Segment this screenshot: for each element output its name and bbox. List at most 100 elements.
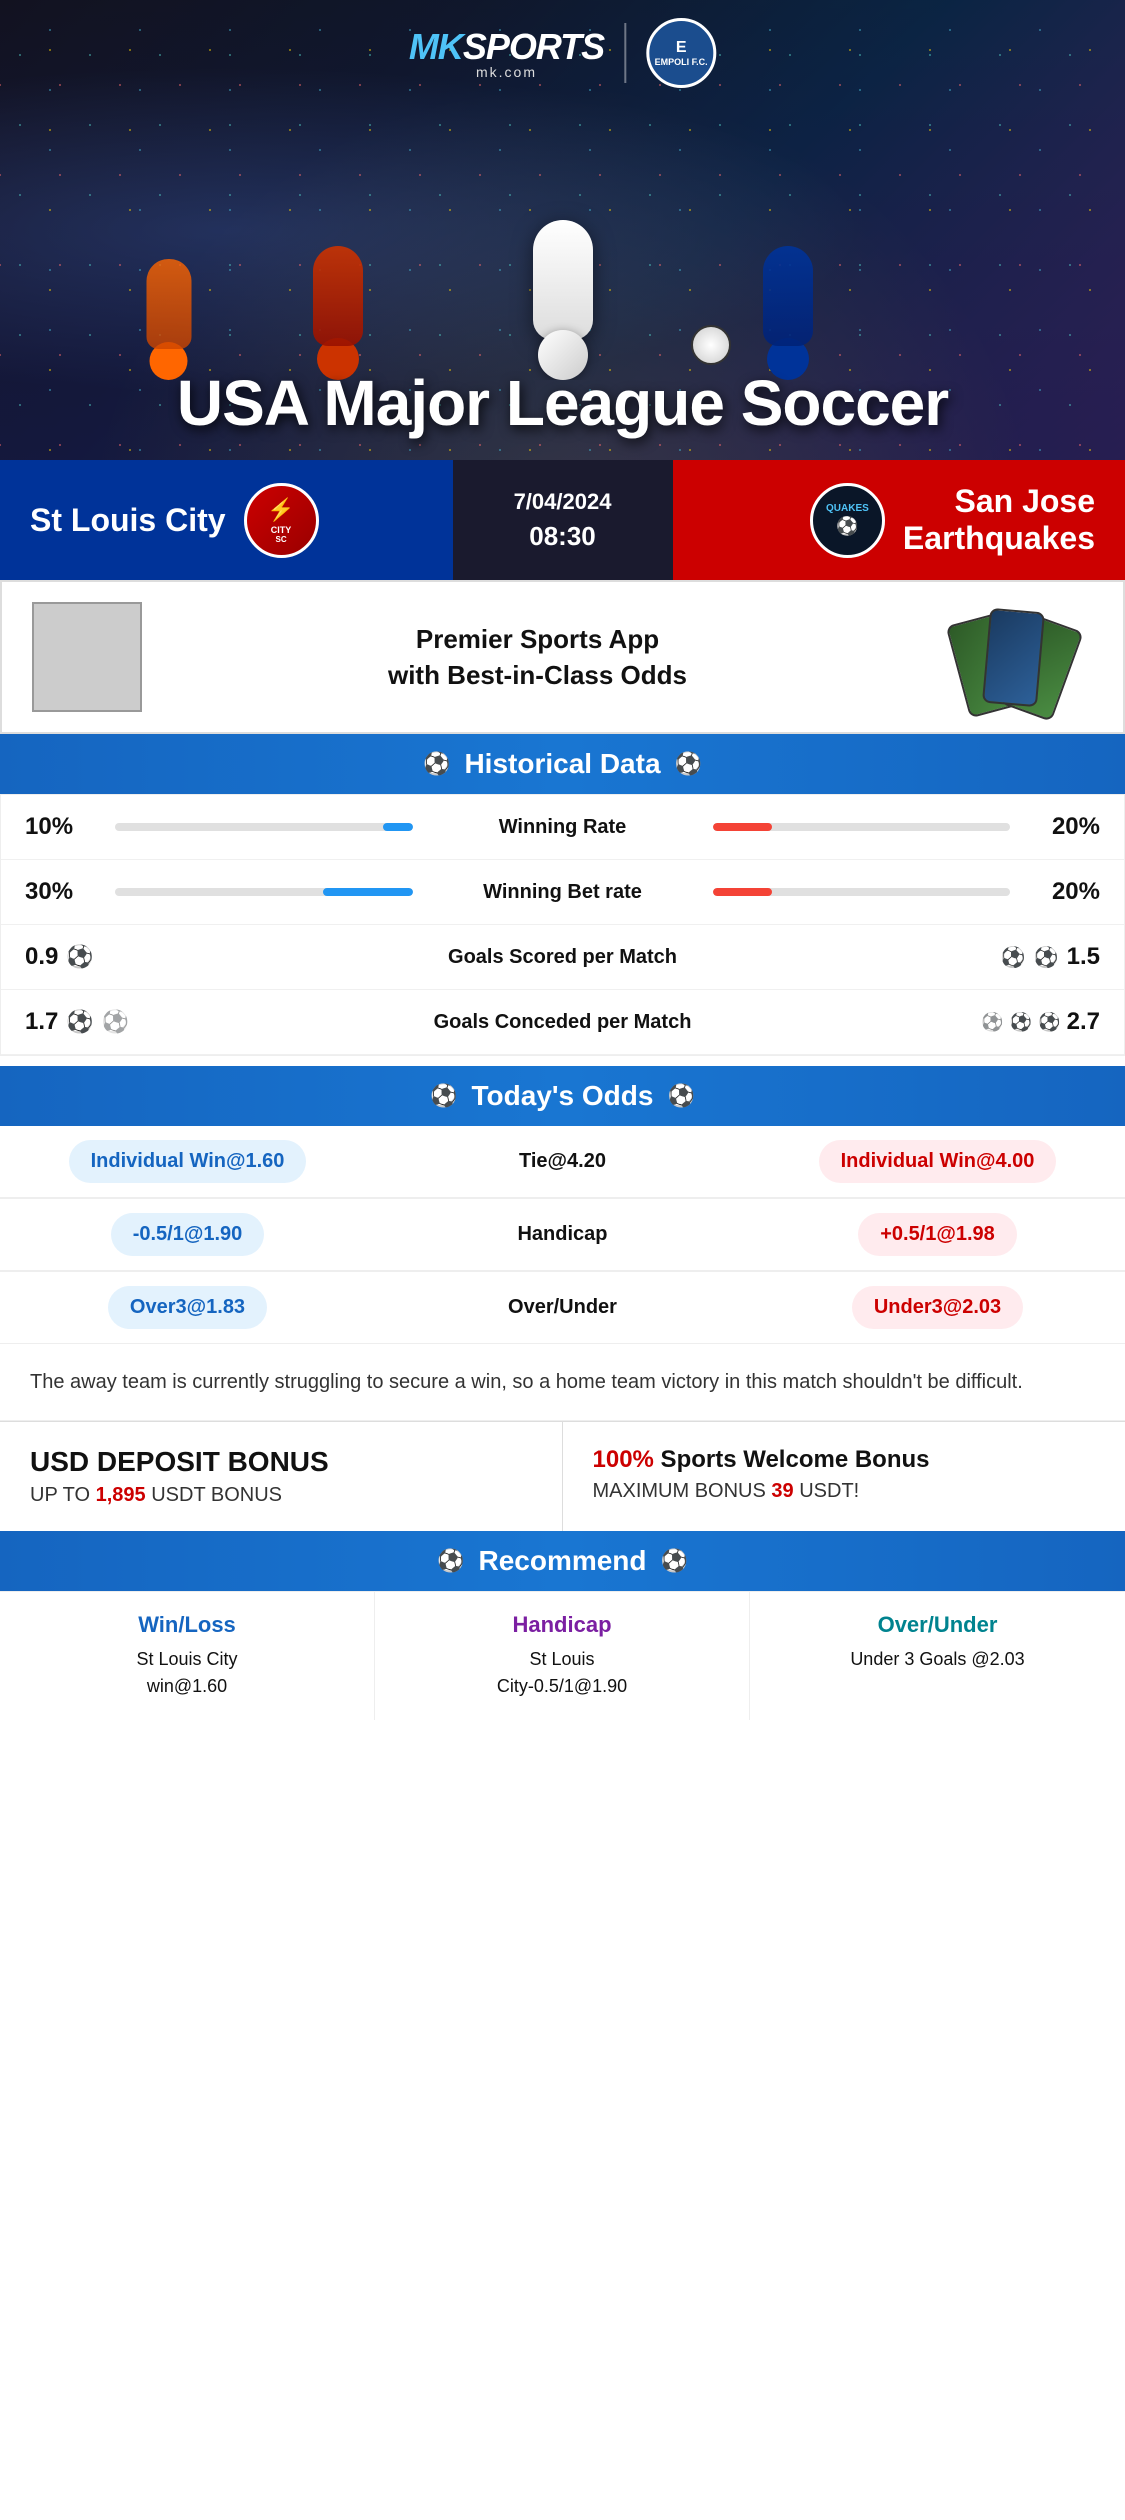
- recommend-title: Recommend: [478, 1545, 646, 1577]
- welcome-bonus-sub: MAXIMUM BONUS 39 USDT!: [593, 1480, 1096, 1503]
- away-goals-scored-icon2: ⚽: [1034, 945, 1059, 970]
- winning-rate-row: 10% Winning Rate 20%: [1, 795, 1124, 860]
- away-goals-conceded-icon1: ⚽: [981, 1012, 1003, 1033]
- home-team-badge: ⚡ CITY SC: [244, 483, 319, 558]
- winloss-type: Win/Loss: [16, 1612, 358, 1638]
- home-goals-scored-icon: ⚽: [66, 944, 93, 970]
- hero-section: MKSPORTS mk.com E EMPOLI F.C.: [0, 0, 1125, 460]
- away-handicap-odds[interactable]: +0.5/1@1.98: [750, 1199, 1125, 1271]
- match-info-bar: St Louis City ⚡ CITY SC 7/04/2024 08:30 …: [0, 460, 1125, 580]
- away-bet-bar-fill: [713, 888, 773, 896]
- analysis-text: The away team is currently struggling to…: [0, 1344, 1125, 1421]
- away-winning-rate-bar: [713, 823, 1011, 831]
- goals-conceded-row: 1.7 ⚽ ⚽ Goals Conceded per Match ⚽ ⚽ ⚽ 2…: [1, 990, 1124, 1055]
- soccer-ball-icon-right: ⚽: [675, 751, 702, 777]
- brand-logo-area: MKSPORTS mk.com E EMPOLI F.C.: [409, 18, 716, 88]
- home-goals-conceded-icon2: ⚽: [102, 1009, 129, 1035]
- hero-title: USA Major League Soccer: [0, 366, 1125, 440]
- winning-bet-rate-label: Winning Bet rate: [423, 881, 703, 904]
- promo-text: Premier Sports Appwith Best-in-Class Odd…: [162, 621, 913, 694]
- deposit-bonus-title: USD DEPOSIT BONUS: [30, 1446, 532, 1478]
- winning-rate-label: Winning Rate: [423, 816, 703, 839]
- bonus-section: USD DEPOSIT BONUS UP TO 1,895 USDT BONUS…: [0, 1421, 1125, 1531]
- deposit-bonus-sub: UP TO 1,895 USDT BONUS: [30, 1484, 532, 1507]
- home-team-name: St Louis City: [30, 502, 226, 539]
- away-team-name: San Jose Earthquakes: [903, 483, 1095, 557]
- away-goals-conceded-icon2: ⚽: [1010, 1012, 1032, 1033]
- winloss-detail: St Louis City win@1.60: [16, 1646, 358, 1700]
- odds-section: Individual Win@1.60 Tie@4.20 Individual …: [0, 1126, 1125, 1344]
- home-goals-conceded-icon1: ⚽: [66, 1009, 93, 1035]
- away-goals-conceded-icon3: ⚽: [1038, 1012, 1060, 1033]
- home-winning-rate: 10%: [25, 813, 105, 841]
- away-winning-rate: 20%: [1020, 813, 1100, 841]
- handicap-type: Handicap: [391, 1612, 733, 1638]
- recommend-soccer-icon-left: ⚽: [437, 1548, 464, 1574]
- home-win-odds-value: Individual Win@1.60: [69, 1140, 307, 1183]
- home-goals-scored: 0.9 ⚽: [25, 943, 105, 971]
- under-odds[interactable]: Under3@2.03: [750, 1272, 1125, 1344]
- overunder-detail: Under 3 Goals @2.03: [766, 1646, 1109, 1673]
- welcome-bonus[interactable]: 100% Sports Welcome Bonus MAXIMUM BONUS …: [563, 1422, 1125, 1531]
- promo-banner[interactable]: Premier Sports Appwith Best-in-Class Odd…: [0, 580, 1125, 734]
- recommend-grid: Win/Loss St Louis City win@1.60 Handicap…: [0, 1591, 1125, 1720]
- welcome-bonus-title: 100% Sports Welcome Bonus: [593, 1446, 1096, 1474]
- match-time: 08:30: [529, 521, 596, 552]
- recommend-handicap[interactable]: Handicap St Louis City-0.5/1@1.90: [375, 1592, 750, 1720]
- overunder-type: Over/Under: [766, 1612, 1109, 1638]
- over-odds-value: Over3@1.83: [108, 1286, 267, 1329]
- tie-odds: Tie@4.20: [375, 1126, 750, 1198]
- home-handicap-value: -0.5/1@1.90: [111, 1213, 265, 1256]
- home-goals-conceded: 1.7 ⚽ ⚽: [25, 1008, 105, 1036]
- handicap-detail: St Louis City-0.5/1@1.90: [391, 1646, 733, 1700]
- away-goals-conceded: ⚽ ⚽ ⚽ 2.7: [1020, 1008, 1100, 1036]
- logo-divider: [624, 23, 626, 83]
- partner-badge: E EMPOLI F.C.: [646, 18, 716, 88]
- home-winning-bet-bar: [115, 888, 413, 896]
- handicap-label: Handicap: [375, 1199, 750, 1271]
- goals-scored-row: 0.9 ⚽ Goals Scored per Match ⚽ ⚽ 1.5: [1, 925, 1124, 990]
- away-team-badge: QUAKES ⚽: [810, 483, 885, 558]
- historical-data-title: Historical Data: [464, 748, 660, 780]
- home-winning-bet-rate: 30%: [25, 878, 105, 906]
- soccer-ball-icon-left: ⚽: [423, 751, 450, 777]
- away-goals-scored: ⚽ ⚽ 1.5: [1020, 943, 1100, 971]
- deposit-bonus[interactable]: USD DEPOSIT BONUS UP TO 1,895 USDT BONUS: [0, 1422, 563, 1531]
- odds-title: Today's Odds: [472, 1080, 654, 1112]
- under-odds-value: Under3@2.03: [852, 1286, 1023, 1329]
- odds-soccer-icon-left: ⚽: [430, 1083, 457, 1109]
- mk-logo: MKSPORTS mk.com: [409, 26, 604, 80]
- home-winning-rate-bar: [115, 823, 413, 831]
- recommend-overunder[interactable]: Over/Under Under 3 Goals @2.03: [750, 1592, 1125, 1720]
- away-goals-scored-icon1: ⚽: [1001, 945, 1026, 970]
- goals-conceded-label: Goals Conceded per Match: [423, 1011, 703, 1034]
- winning-bet-rate-row: 30% Winning Bet rate 20%: [1, 860, 1124, 925]
- over-odds[interactable]: Over3@1.83: [0, 1272, 375, 1344]
- recommend-header: ⚽ Recommend ⚽: [0, 1531, 1125, 1591]
- match-datetime: 7/04/2024 08:30: [453, 460, 673, 580]
- home-bet-bar-fill: [323, 888, 412, 896]
- match-date: 7/04/2024: [514, 489, 612, 515]
- players-illustration: [0, 80, 1125, 380]
- away-win-odds[interactable]: Individual Win@4.00: [750, 1126, 1125, 1198]
- away-bar-fill: [713, 823, 773, 831]
- odds-section-wrapper: ⚽ Today's Odds ⚽ Individual Win@1.60 Tie…: [0, 1066, 1125, 1344]
- away-winning-bet-bar: [713, 888, 1011, 896]
- away-win-odds-value: Individual Win@4.00: [819, 1140, 1057, 1183]
- odds-row-3: Over3@1.83 Over/Under Under3@2.03: [0, 1272, 1125, 1344]
- home-bar-fill: [383, 823, 413, 831]
- home-win-odds[interactable]: Individual Win@1.60: [0, 1126, 375, 1198]
- odds-row-2: -0.5/1@1.90 Handicap +0.5/1@1.98: [0, 1199, 1125, 1272]
- odds-header: ⚽ Today's Odds ⚽: [0, 1066, 1125, 1126]
- away-handicap-value: +0.5/1@1.98: [858, 1213, 1017, 1256]
- historical-data-header: ⚽ Historical Data ⚽: [0, 734, 1125, 794]
- home-team-section: St Louis City ⚡ CITY SC: [0, 460, 453, 580]
- recommend-soccer-icon-right: ⚽: [661, 1548, 688, 1574]
- over-under-label: Over/Under: [375, 1272, 750, 1344]
- odds-soccer-icon-right: ⚽: [667, 1083, 694, 1109]
- app-phones-illustration: [933, 602, 1093, 712]
- recommend-section-wrapper: ⚽ Recommend ⚽ Win/Loss St Louis City win…: [0, 1531, 1125, 1720]
- recommend-winloss[interactable]: Win/Loss St Louis City win@1.60: [0, 1592, 375, 1720]
- home-handicap-odds[interactable]: -0.5/1@1.90: [0, 1199, 375, 1271]
- odds-row-1: Individual Win@1.60 Tie@4.20 Individual …: [0, 1126, 1125, 1199]
